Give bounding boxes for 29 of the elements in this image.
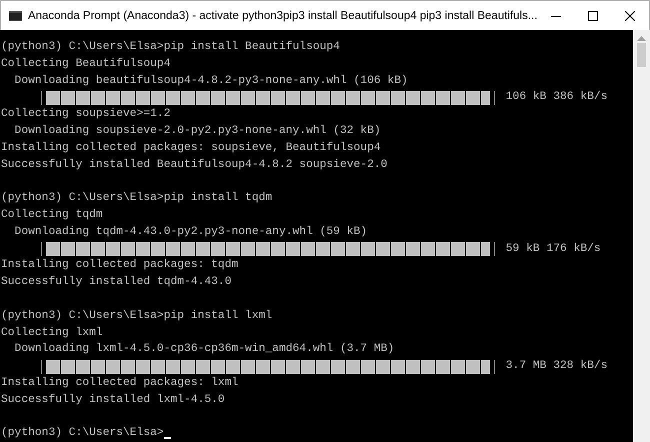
console-line: Successfully installed lxml-4.5.0 — [1, 392, 225, 408]
download-reading: 59 kB 176 kB/s — [504, 242, 601, 257]
console-line: Successfully installed Beautifulsoup4-4.8.2 soupsieve-2.0 — [1, 158, 388, 173]
console-line: Successfully installed tqdm-4.43.0 — [1, 274, 232, 290]
scroll-thumb[interactable] — [637, 43, 646, 67]
console-line: (python3) C:\Users\Elsa>pip install lxml — [1, 308, 272, 324]
console-line: (python3) C:\Users\Elsa>pip install Beautifulsoup4 — [1, 40, 340, 55]
console-line: Downloading lxml-4.5.0-cp36-cp36m-win_amd64.whl (3.7 MB) — [14, 342, 394, 358]
download-reading: 106 kB 386 kB/s — [504, 90, 608, 106]
scrollbar[interactable] — [633, 30, 650, 442]
console-line: (python3) C:\Users\Elsa>pip install tqdm — [1, 190, 272, 206]
text-cursor — [164, 437, 171, 440]
console-line: Collecting lxml — [1, 326, 103, 341]
console-line: Installing collected packages: tqdm — [1, 258, 238, 274]
console-line: Collecting Beautifulsoup4 — [1, 56, 170, 72]
console-prompt: (python3) C:\Users\Elsa> — [1, 426, 164, 442]
window-title: Anaconda Prompt (Anaconda3) - activate python3pip3 install Beautifulsoup4 pip3 install Beautifuls... — [28, 10, 538, 22]
console-line: Downloading beautifulsoup4-4.8.2-py3-none-any.whl (106 kB) — [14, 74, 408, 89]
console-line: Downloading soupsieve-2.0-py2.py3-none-any.whl (32 kB) — [14, 124, 381, 139]
scroll-up-icon[interactable] — [637, 35, 646, 41]
terminal-icon — [9, 10, 22, 22]
download-reading: 3.7 MB 328 kB/s — [504, 358, 608, 374]
console-line: Installing collected packages: lxml — [1, 376, 238, 391]
console-line: Installing collected packages: soupsieve, Beautifulsoup4 — [1, 140, 381, 156]
console-line: Collecting tqdm — [1, 208, 103, 223]
close-icon — [625, 10, 636, 20]
console-line: Collecting soupsieve>=1.2 — [1, 106, 170, 122]
maximize-icon — [588, 10, 598, 20]
console-line: Downloading tqdm-4.43.0-py2.py3-none-any.whl (59 kB) — [14, 224, 368, 240]
